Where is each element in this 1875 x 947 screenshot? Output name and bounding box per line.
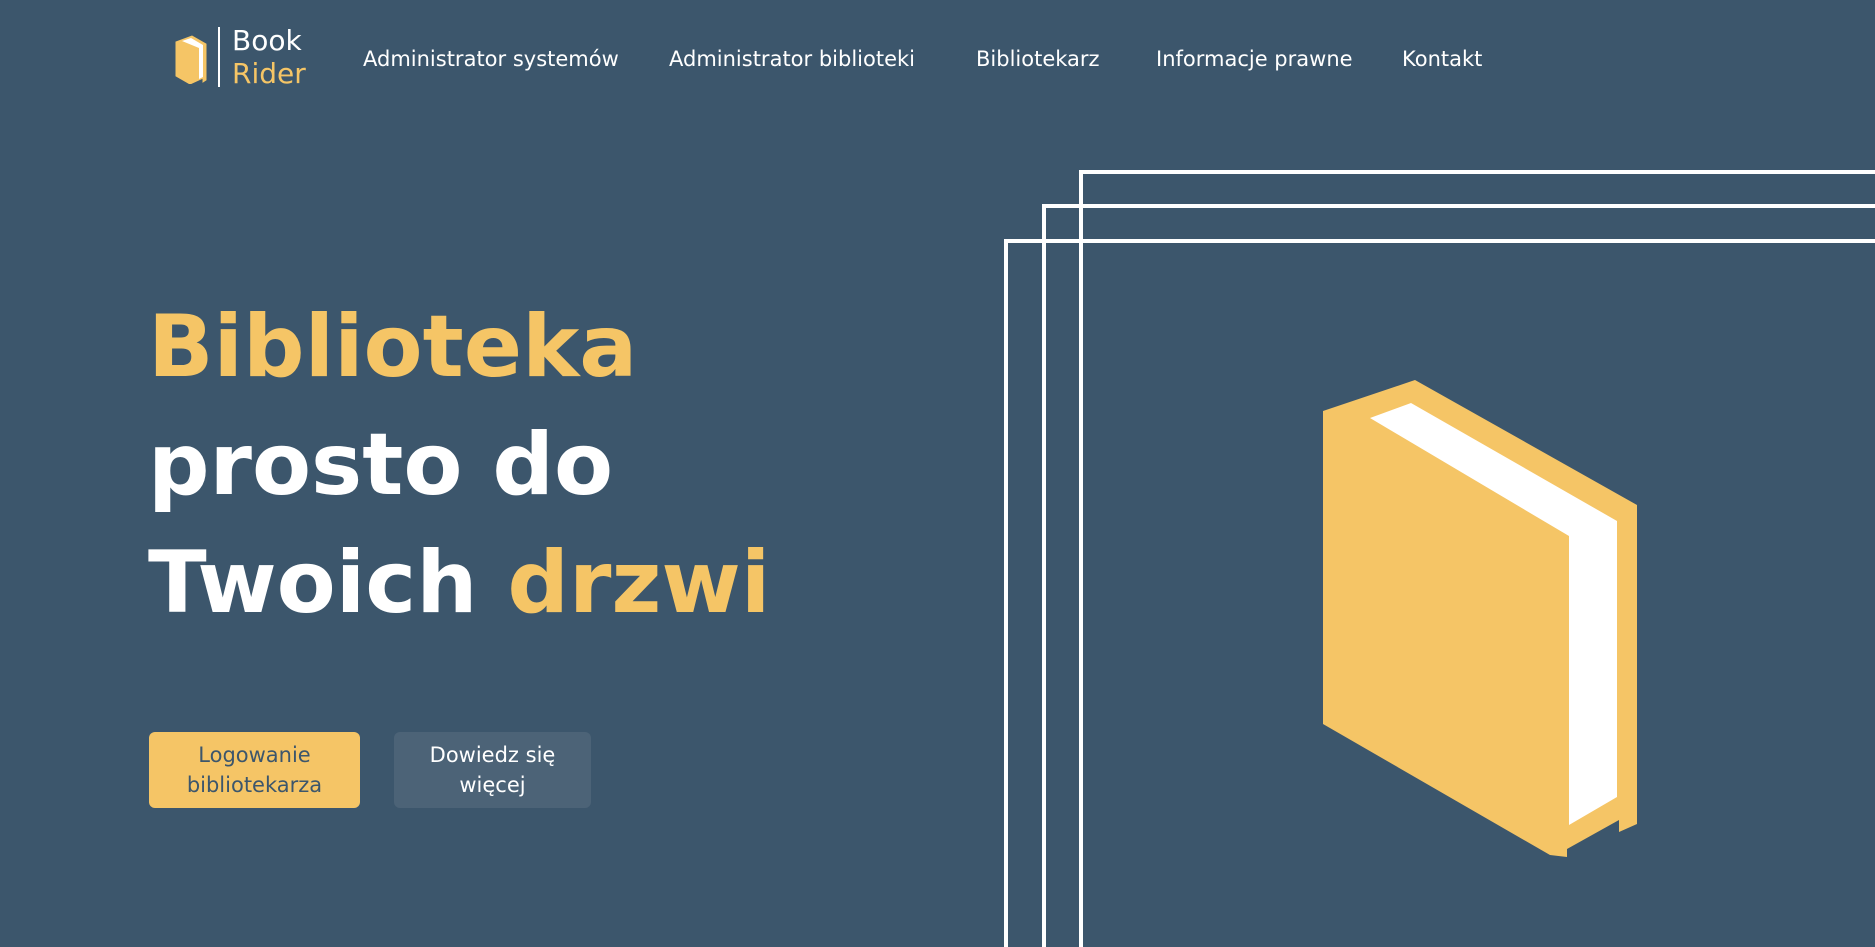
hero-illustration: [1004, 170, 1875, 947]
nav-item-kontakt[interactable]: Kontakt: [1402, 44, 1482, 74]
hero-title-word-drzwi: drzwi: [507, 533, 771, 633]
nav-item-administrator-systemow[interactable]: Administrator systemów: [363, 44, 619, 74]
learn-more-button[interactable]: Dowiedz się więcej: [394, 732, 591, 808]
nav-item-bibliotekarz[interactable]: Bibliotekarz: [976, 44, 1100, 74]
site-header: Book Rider Administrator systemów Admini…: [0, 0, 1875, 118]
hero-title-line3: Twoich drzwi: [148, 524, 770, 642]
main-nav: Administrator systemów Administrator bib…: [0, 44, 1875, 74]
nav-item-informacje-prawne[interactable]: Informacje prawne: [1156, 44, 1353, 74]
librarian-login-button[interactable]: Logowanie bibliotekarza: [149, 732, 360, 808]
book-icon: [1323, 380, 1637, 857]
hero-title-line2: prosto do: [148, 415, 614, 515]
nav-item-administrator-biblioteki[interactable]: Administrator biblioteki: [669, 44, 915, 74]
hero-title-word-twoich: Twoich: [148, 533, 478, 633]
hero-title: Biblioteka prosto do Twoich drzwi: [148, 288, 770, 642]
hero-title-line1: Biblioteka: [148, 297, 638, 397]
landing-page: Book Rider Administrator systemów Admini…: [0, 0, 1875, 947]
